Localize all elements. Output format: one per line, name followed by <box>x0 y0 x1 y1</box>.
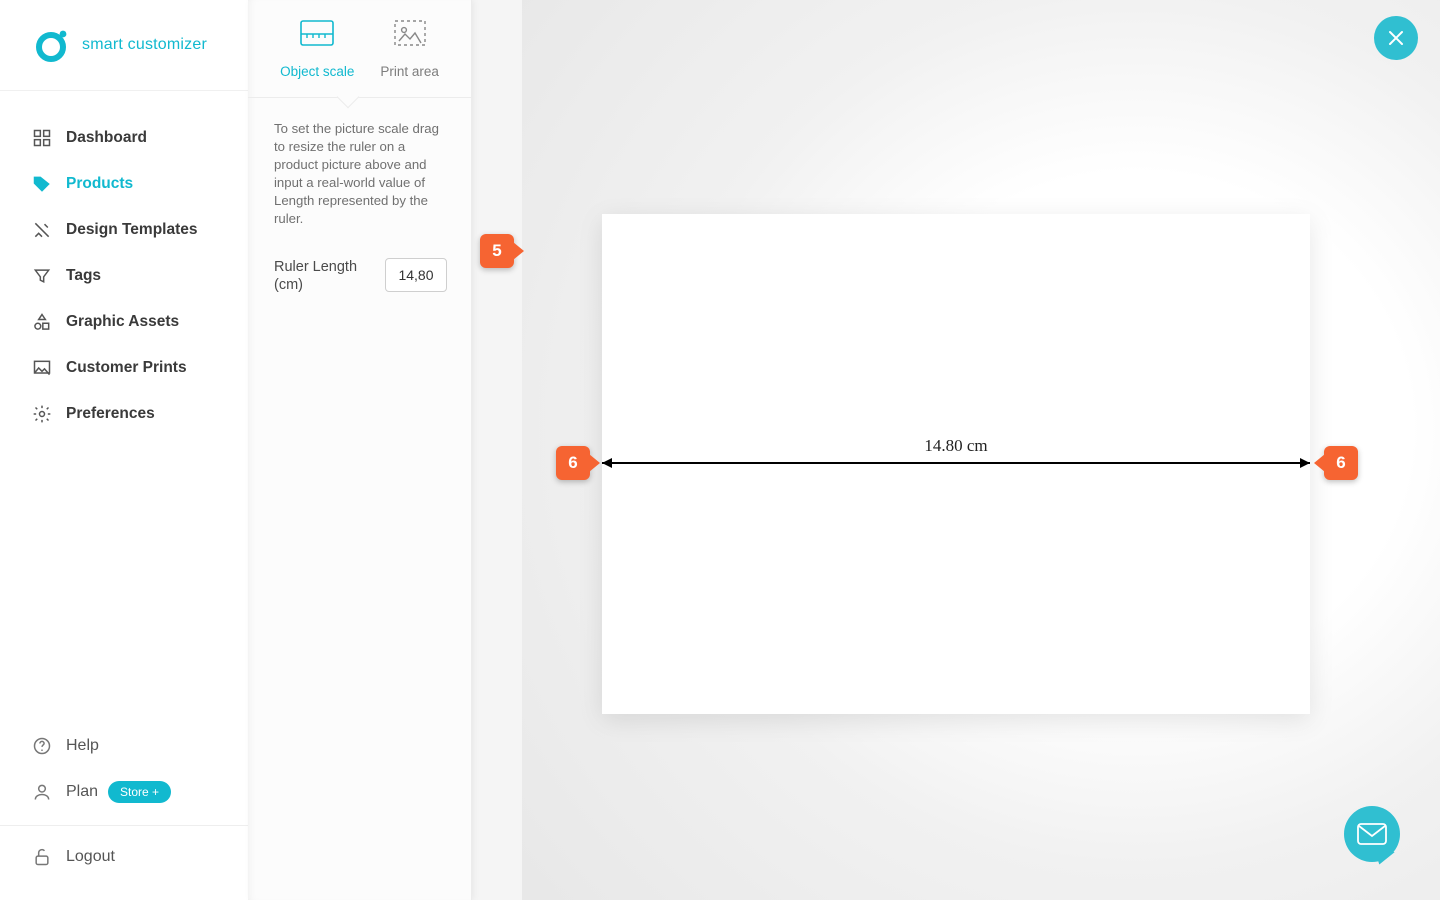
filter-icon <box>32 266 52 286</box>
sidebar-divider <box>0 825 248 826</box>
brand-name: smart customizer <box>82 36 207 54</box>
brand-logo-icon <box>34 28 68 62</box>
settings-panel: Object scale Print area To set the pictu… <box>248 0 472 900</box>
sidebar-item-graphic-assets[interactable]: Graphic Assets <box>32 299 230 345</box>
chat-button[interactable] <box>1344 806 1400 862</box>
sidebar-item-label: Plan <box>66 783 98 801</box>
sidebar-item-label: Help <box>66 737 99 755</box>
canvas-area: 14.80 cm 6 6 <box>472 0 1440 900</box>
lock-open-icon <box>32 847 52 867</box>
plan-badge: Store + <box>108 781 171 803</box>
sidebar-item-customer-prints[interactable]: Customer Prints <box>32 345 230 391</box>
prints-icon <box>32 358 52 378</box>
design-icon <box>32 220 52 240</box>
ruler-length-input[interactable] <box>385 258 447 292</box>
tab-object-scale[interactable]: Object scale <box>280 16 354 79</box>
callout-marker-6-left: 6 <box>556 446 590 480</box>
sidebar-item-tags[interactable]: Tags <box>32 253 230 299</box>
close-icon <box>1386 28 1406 48</box>
sidebar-item-preferences[interactable]: Preferences <box>32 391 230 437</box>
gear-icon <box>32 404 52 424</box>
tag-icon <box>32 174 52 194</box>
sidebar-item-label: Graphic Assets <box>66 313 179 331</box>
shapes-icon <box>32 312 52 332</box>
sidebar-item-label: Dashboard <box>66 129 147 147</box>
tab-label: Print area <box>380 64 439 79</box>
sidebar-item-label: Design Templates <box>66 221 198 239</box>
help-icon <box>32 736 52 756</box>
ruler-bar[interactable] <box>602 462 1310 464</box>
sidebar-item-help[interactable]: Help <box>32 723 230 769</box>
sidebar-item-dashboard[interactable]: Dashboard <box>32 115 230 161</box>
sidebar-item-label: Tags <box>66 267 101 285</box>
sidebar-item-label: Products <box>66 175 133 193</box>
ruler-length-label-line2: (cm) <box>274 277 303 293</box>
sidebar-item-label: Preferences <box>66 405 155 423</box>
ruler-length-row: Ruler Length (cm) <box>274 258 447 294</box>
ruler-length-label-line1: Ruler Length <box>274 259 357 275</box>
dashboard-icon <box>32 128 52 148</box>
panel-tabs: Object scale Print area <box>248 0 471 98</box>
print-area-tab-icon <box>391 16 429 50</box>
tab-print-area[interactable]: Print area <box>380 16 439 79</box>
product-preview-card[interactable] <box>602 214 1310 714</box>
sidebar-item-products[interactable]: Products <box>32 161 230 207</box>
sidebar-item-design-templates[interactable]: Design Templates <box>32 207 230 253</box>
sidebar-item-plan[interactable]: Plan Store + <box>32 769 230 815</box>
sidebar-item-label: Customer Prints <box>66 359 187 377</box>
brand: smart customizer <box>0 0 248 91</box>
sidebar-nav: Dashboard Products Design Templates Tags <box>0 91 248 713</box>
ruler-tab-icon <box>298 16 336 50</box>
mail-icon <box>1357 823 1387 845</box>
tab-label: Object scale <box>280 64 354 79</box>
sidebar-bottom: Help Plan Store + Logout <box>0 713 248 900</box>
user-icon <box>32 782 52 802</box>
ruler-length-label: Ruler Length (cm) <box>274 258 385 294</box>
panel-help-text: To set the picture scale drag to resize … <box>274 120 447 228</box>
sidebar-item-logout[interactable]: Logout <box>32 834 230 880</box>
callout-marker-5: 5 <box>480 234 514 268</box>
close-button[interactable] <box>1374 16 1418 60</box>
sidebar-item-label: Logout <box>66 848 115 866</box>
ruler-display-value: 14.80 cm <box>602 436 1310 456</box>
sidebar: smart customizer Dashboard Products Desi… <box>0 0 248 900</box>
callout-marker-6-right: 6 <box>1324 446 1358 480</box>
